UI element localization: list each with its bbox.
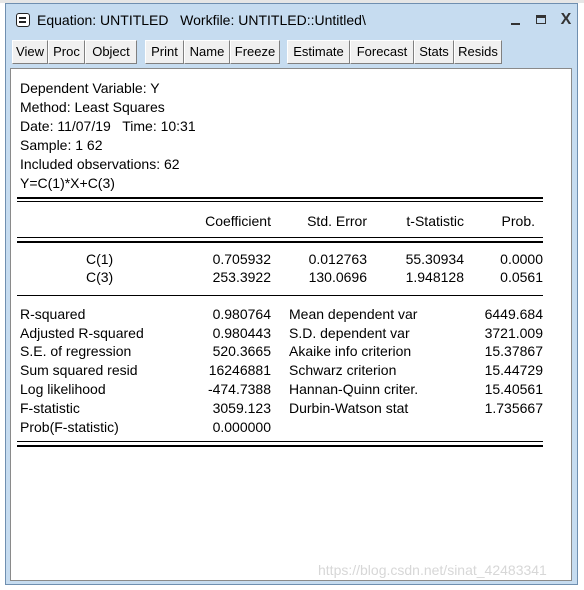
stat-value: 0.980764 xyxy=(212,306,271,322)
freeze-button[interactable]: Freeze xyxy=(230,40,280,64)
proc-button[interactable]: Proc xyxy=(48,40,85,64)
equation-line: Y=C(1)*X+C(3) xyxy=(20,175,115,191)
stat-value: 1.735667 xyxy=(484,400,543,416)
row-std-error: 0.012763 xyxy=(308,251,367,267)
stat-label: Adjusted R-squared xyxy=(20,325,144,341)
header-std-error: Std. Error xyxy=(307,213,367,229)
object-button[interactable]: Object xyxy=(85,40,137,64)
stat-value: 15.40561 xyxy=(484,381,543,397)
stat-label: Sum squared resid xyxy=(20,362,138,378)
stat-label: Schwarz criterion xyxy=(289,362,397,378)
stat-value: 3059.123 xyxy=(212,400,271,416)
minimize-button[interactable] xyxy=(506,10,526,30)
observations-line: Included observations: 62 xyxy=(20,156,180,172)
output-panel[interactable]: Dependent Variable: Y Method: Least Squa… xyxy=(10,68,572,581)
minimize-icon xyxy=(511,23,520,25)
window-title: Equation: UNTITLED Workfile: UNTITLED::U… xyxy=(37,12,366,28)
header-coefficient: Coefficient xyxy=(205,213,271,229)
stat-label: Hannan-Quinn criter. xyxy=(289,381,419,397)
watermark: https://blog.csdn.net/sinat_42483341 xyxy=(318,562,547,578)
dependent-variable-line: Dependent Variable: Y xyxy=(20,80,160,96)
resids-button[interactable]: Resids xyxy=(454,40,502,64)
row-coefficient: 0.705932 xyxy=(212,251,271,267)
stat-label: S.E. of regression xyxy=(20,343,132,359)
row-variable: C(3) xyxy=(86,269,114,285)
row-t-statistic: 55.30934 xyxy=(405,251,464,267)
stat-label: Akaike info criterion xyxy=(289,343,412,359)
row-std-error: 130.0696 xyxy=(308,269,367,285)
row-variable: C(1) xyxy=(86,251,114,267)
stat-value: 3721.009 xyxy=(484,325,543,341)
bottom-rule-1 xyxy=(17,441,543,442)
stat-label: S.D. dependent var xyxy=(289,325,410,341)
forecast-button[interactable]: Forecast xyxy=(350,40,414,64)
equation-window: Equation: UNTITLED Workfile: UNTITLED::U… xyxy=(5,3,578,585)
stat-value: 15.37867 xyxy=(484,343,543,359)
estimate-button[interactable]: Estimate xyxy=(287,40,350,64)
row-prob: 0.0561 xyxy=(500,269,543,285)
stat-value: -474.7388 xyxy=(207,381,271,397)
print-button[interactable]: Print xyxy=(145,40,184,64)
header-prob: Prob. xyxy=(501,213,535,229)
stat-label: Log likelihood xyxy=(20,381,106,397)
name-button[interactable]: Name xyxy=(184,40,230,64)
row-coefficient: 253.3922 xyxy=(212,269,271,285)
stat-value: 6449.684 xyxy=(484,306,543,322)
stat-label: F-statistic xyxy=(20,400,80,416)
header-t-statistic: t-Statistic xyxy=(406,213,464,229)
title-bar[interactable]: Equation: UNTITLED Workfile: UNTITLED::U… xyxy=(6,4,577,37)
table-top-rule-inner xyxy=(17,201,543,202)
maximize-button[interactable] xyxy=(532,10,552,30)
stat-value: 15.44729 xyxy=(484,362,543,378)
bottom-rule-2 xyxy=(17,445,543,447)
stat-label: Mean dependent var xyxy=(289,306,418,322)
row-t-statistic: 1.948128 xyxy=(405,269,464,285)
stat-value: 520.3665 xyxy=(212,343,271,359)
stat-label: R-squared xyxy=(20,306,86,322)
view-button[interactable]: View xyxy=(12,40,48,64)
stat-value: 0.000000 xyxy=(212,419,271,435)
stat-value: 16246881 xyxy=(208,362,271,378)
close-icon: X xyxy=(560,11,572,28)
equation-icon[interactable] xyxy=(16,13,30,27)
stat-label: Prob(F-statistic) xyxy=(20,419,119,435)
header-rule-1 xyxy=(17,237,543,238)
stat-label: Durbin-Watson stat xyxy=(289,400,409,416)
table-top-rule xyxy=(17,197,543,199)
stats-button[interactable]: Stats xyxy=(414,40,454,64)
method-line: Method: Least Squares xyxy=(20,99,165,115)
close-button[interactable]: X xyxy=(556,10,576,30)
stats-rule xyxy=(17,295,543,296)
header-rule-2 xyxy=(17,241,543,243)
stat-value: 0.980443 xyxy=(212,325,271,341)
date-line: Date: 11/07/19 Time: 10:31 xyxy=(20,118,196,134)
sample-line: Sample: 1 62 xyxy=(20,137,103,153)
toolbar: View Proc Object Print Name Freeze Estim… xyxy=(6,40,577,66)
row-prob: 0.0000 xyxy=(500,251,543,267)
maximize-icon xyxy=(536,15,546,24)
